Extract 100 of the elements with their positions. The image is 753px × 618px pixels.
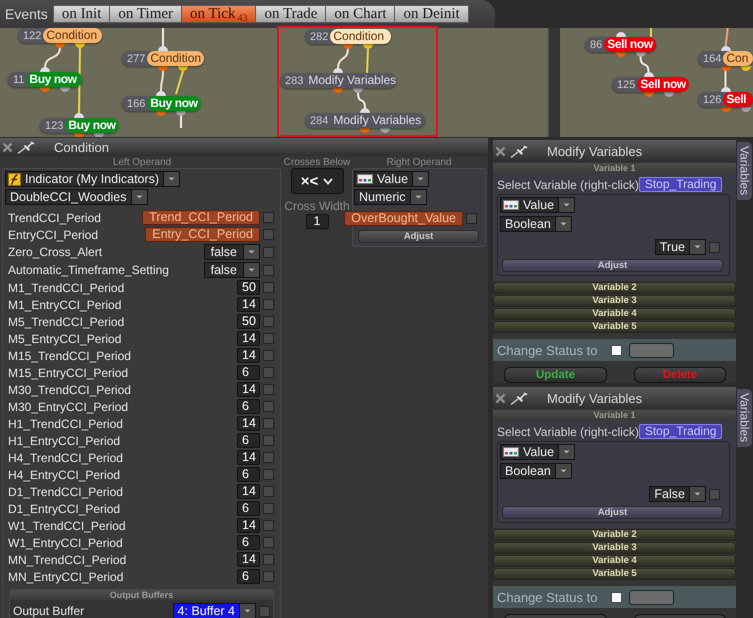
checkbox[interactable] (466, 213, 477, 224)
update-button[interactable]: Update (504, 367, 607, 383)
checkbox[interactable] (263, 333, 274, 344)
variable-section-header[interactable]: Variable 5 (493, 321, 736, 333)
caret-icon[interactable] (130, 190, 146, 204)
variable-section-header[interactable]: Variable 2 (493, 282, 736, 294)
input-port-icon[interactable] (333, 68, 343, 73)
status-field[interactable] (629, 590, 674, 604)
variable-chip[interactable]: Trend_CCI_Period (142, 210, 260, 225)
event-tab[interactable]: on Trade (256, 5, 326, 23)
true-false-dropdown[interactable]: False (649, 486, 706, 502)
checkbox[interactable] (263, 282, 274, 293)
number-field[interactable]: 14 (237, 382, 260, 397)
source-dropdown[interactable]: Indicator (My Indicators) (5, 171, 180, 187)
variable-section-header[interactable]: Variable 1 (493, 410, 736, 420)
number-field[interactable]: 50 (237, 280, 260, 295)
close-icon[interactable] (2, 142, 13, 152)
pin-icon[interactable] (510, 144, 529, 158)
event-tab[interactable]: on Timer (110, 5, 182, 23)
checkbox[interactable] (259, 606, 270, 616)
buy-node[interactable]: 123 Buy now (40, 118, 118, 133)
checkbox[interactable] (263, 367, 274, 378)
condition-node[interactable]: 277 Condition (122, 51, 204, 66)
checkbox[interactable] (263, 316, 274, 327)
indicator-dropdown[interactable]: DoubleCCI_Woodies (5, 189, 148, 205)
adjust-button[interactable]: Adjust (502, 506, 723, 519)
variable-chip[interactable]: Stop_Trading (638, 424, 722, 439)
condition-node[interactable]: 122 Condition (18, 28, 102, 43)
event-tab[interactable]: on Tick$_{43}$ (182, 5, 256, 23)
close-icon[interactable] (495, 146, 506, 156)
variable-section-header[interactable]: Variable 3 (493, 295, 736, 307)
number-field[interactable]: 6 (237, 365, 260, 380)
variable-section-header[interactable]: Variable 2 (493, 529, 736, 541)
variable-chip[interactable]: Stop_Trading (638, 177, 722, 192)
checkbox[interactable] (263, 350, 274, 361)
caret-icon[interactable] (689, 487, 705, 501)
number-field[interactable]: 14 (237, 297, 260, 312)
number-field[interactable]: 6 (237, 433, 260, 448)
caret-icon[interactable] (412, 172, 428, 186)
true-false-dropdown[interactable]: false (204, 244, 260, 260)
sell-node[interactable]: 86 Sell now (585, 37, 656, 52)
operator-dropdown[interactable]: ×< (290, 168, 344, 194)
number-field[interactable]: 14 (237, 450, 260, 465)
checkbox[interactable] (263, 469, 274, 480)
condition-node[interactable]: 164 Con (698, 51, 753, 66)
event-tab[interactable]: on Init (52, 5, 110, 23)
value-format-dropdown[interactable]: Boolean (500, 216, 572, 232)
checkbox[interactable] (263, 452, 274, 463)
checkbox[interactable] (263, 401, 274, 412)
input-port-icon[interactable] (616, 32, 626, 37)
adjust-button[interactable]: Adjust (502, 259, 723, 272)
sell-node[interactable]: 126 Sell (698, 92, 753, 107)
input-port-icon[interactable] (720, 46, 730, 51)
input-port-icon[interactable] (40, 67, 50, 72)
pin-icon[interactable] (510, 392, 529, 404)
variables-side-tab[interactable]: Variables (737, 389, 752, 447)
caret-icon[interactable] (558, 445, 574, 459)
checkbox[interactable] (709, 488, 720, 500)
cross-width-field[interactable]: 1 (306, 214, 328, 229)
caret-icon[interactable] (243, 263, 259, 277)
operand-type-dropdown[interactable]: Value (500, 444, 576, 460)
checkbox[interactable] (709, 242, 720, 252)
number-field[interactable]: 6 (237, 399, 260, 414)
number-field[interactable]: 14 (237, 484, 260, 499)
checkbox[interactable] (263, 537, 274, 548)
buy-node[interactable]: 166 Buy now (122, 96, 200, 111)
condition-node[interactable]: 282 Condition (305, 29, 391, 44)
checkbox[interactable] (263, 520, 274, 531)
buy-node[interactable]: 11 Buy now (8, 72, 82, 87)
checkbox[interactable] (263, 384, 274, 395)
number-field[interactable]: 14 (237, 416, 260, 431)
input-port-icon[interactable] (720, 87, 730, 92)
variable-section-header[interactable]: Variable 4 (493, 555, 736, 567)
checkbox[interactable] (263, 571, 274, 582)
variable-chip[interactable]: Entry_CCI_Period (145, 227, 260, 242)
checkbox[interactable] (263, 418, 274, 429)
caret-icon[interactable] (554, 217, 571, 231)
checkbox[interactable] (263, 246, 274, 258)
buffer-dropdown[interactable]: 4: Buffer 4 (172, 603, 256, 618)
caret-icon[interactable] (243, 245, 259, 259)
pin-icon[interactable] (17, 140, 36, 154)
value-format-dropdown[interactable]: Numeric (354, 189, 427, 205)
variable-section-header[interactable]: Variable 3 (493, 542, 736, 554)
number-field[interactable]: 6 (237, 535, 260, 550)
input-port-icon[interactable] (156, 91, 166, 96)
checkbox[interactable] (263, 554, 274, 565)
number-field[interactable]: 50 (237, 314, 260, 329)
modify-variables-node[interactable]: 284 Modify Variables (305, 113, 425, 128)
variables-side-tab[interactable]: Variables (737, 142, 752, 200)
checkbox[interactable] (263, 486, 274, 497)
caret-icon[interactable] (554, 464, 571, 478)
close-icon[interactable] (495, 392, 506, 404)
status-field[interactable] (629, 342, 674, 358)
number-field[interactable]: 14 (237, 348, 260, 363)
checkbox[interactable] (611, 344, 622, 356)
number-field[interactable]: 6 (237, 467, 260, 482)
number-field[interactable]: 14 (237, 518, 260, 533)
variable-section-header[interactable]: Variable 5 (493, 568, 736, 580)
modify-variables-node[interactable]: 283 Modify Variables (280, 73, 396, 88)
event-tab[interactable]: on Deinit (395, 5, 469, 23)
